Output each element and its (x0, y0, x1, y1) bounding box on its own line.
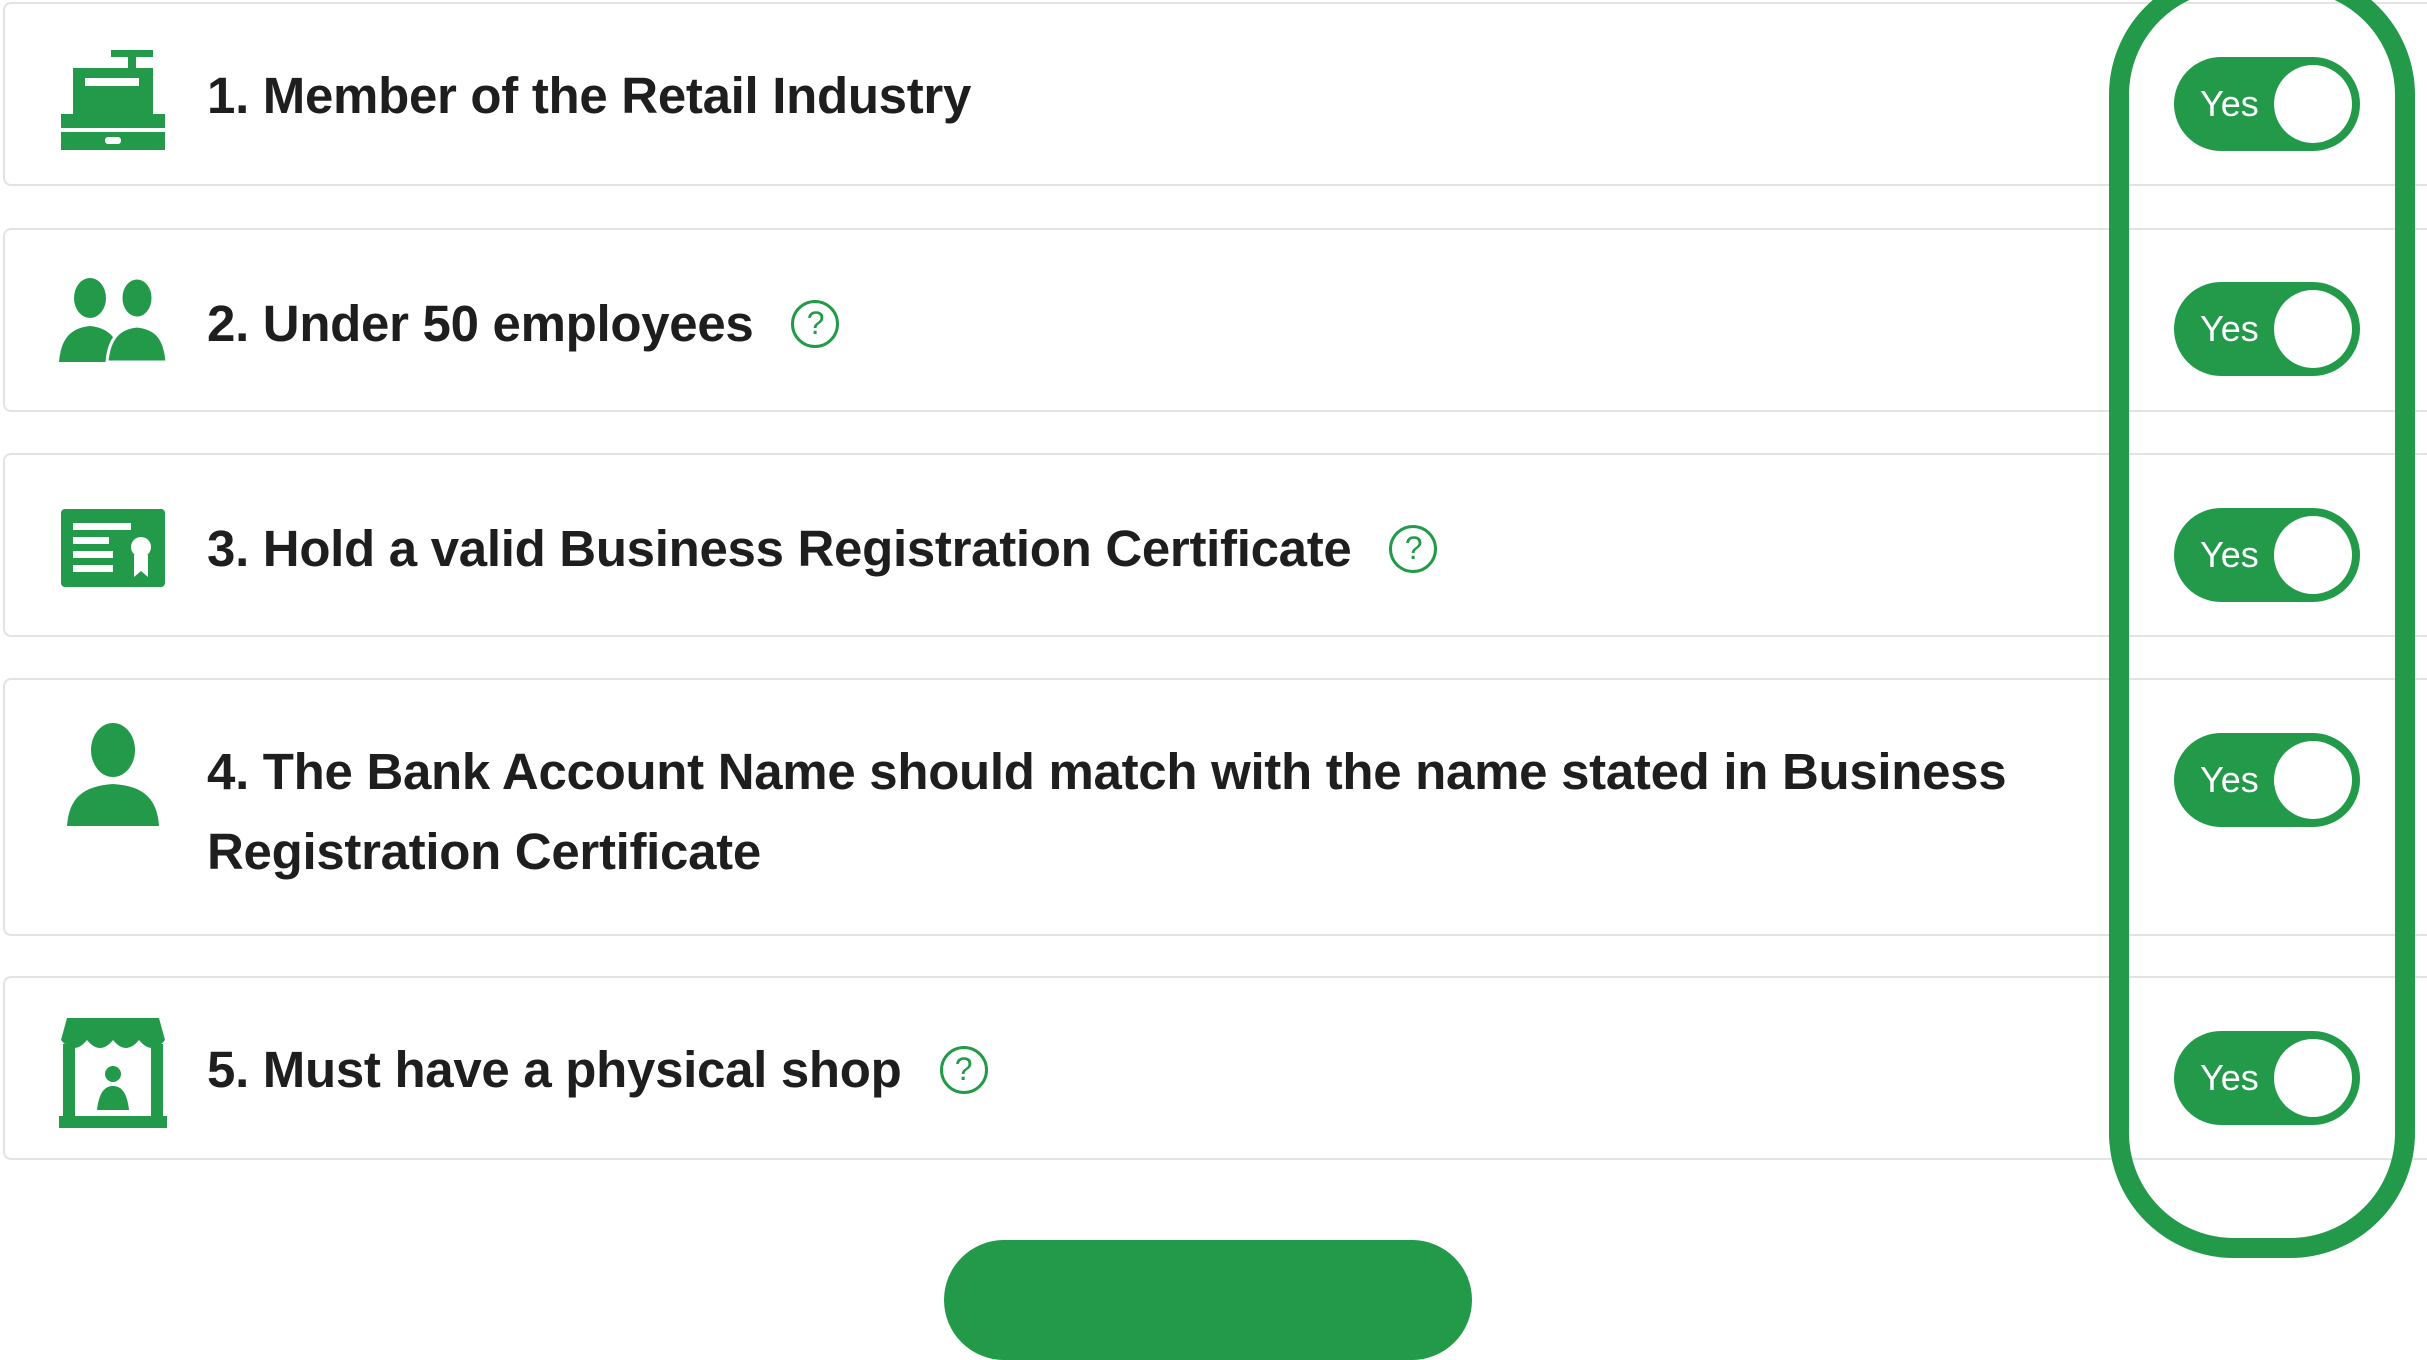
toggle-label: Yes (2200, 308, 2259, 349)
criterion-card-5: 5. Must have a physical shop? (3, 976, 2427, 1160)
toggle-knob (2274, 290, 2352, 368)
criterion-text: 4. The Bank Account Name should match wi… (207, 732, 2007, 892)
criterion-text: 2. Under 50 employees? (207, 284, 840, 364)
criterion-text: 5. Must have a physical shop? (207, 1030, 988, 1110)
cash-register-icon (57, 44, 169, 156)
toggle-switch-1[interactable]: Yes (2174, 57, 2360, 151)
toggle-knob (2274, 516, 2352, 594)
person-icon (57, 720, 169, 832)
certificate-icon (57, 491, 169, 603)
toggle-switch-5[interactable]: Yes (2174, 1031, 2360, 1125)
toggle-label: Yes (2200, 534, 2259, 575)
toggle-label: Yes (2200, 759, 2259, 800)
criterion-card-4: 4. The Bank Account Name should match wi… (3, 678, 2427, 936)
toggle-switch-2[interactable]: Yes (2174, 282, 2360, 376)
criterion-label: 2. Under 50 employees (207, 295, 754, 352)
toggle-switch-4[interactable]: Yes (2174, 733, 2360, 827)
criterion-label: 5. Must have a physical shop (207, 1041, 902, 1098)
shop-icon (57, 1018, 169, 1130)
criterion-text: 1. Member of the Retail Industry (207, 56, 971, 136)
criterion-card-1: 1. Member of the Retail Industry (3, 2, 2427, 186)
toggle-label: Yes (2200, 83, 2259, 124)
criterion-label: 1. Member of the Retail Industry (207, 67, 972, 124)
criterion-card-3: 3. Hold a valid Business Registration Ce… (3, 453, 2427, 637)
toggle-knob (2274, 1039, 2352, 1117)
toggle-switch-3[interactable]: Yes (2174, 508, 2360, 602)
submit-button[interactable] (944, 1240, 1472, 1360)
criterion-card-2: 2. Under 50 employees? (3, 228, 2427, 412)
criterion-text: 3. Hold a valid Business Registration Ce… (207, 509, 1438, 589)
help-icon[interactable]: ? (939, 1045, 988, 1094)
criterion-label-line-2: Registration Certificate (207, 823, 761, 880)
criterion-label: 3. Hold a valid Business Registration Ce… (207, 520, 1352, 577)
toggle-knob (2274, 65, 2352, 143)
help-icon[interactable]: ? (791, 299, 840, 348)
help-icon[interactable]: ? (1389, 524, 1438, 573)
employees-icon (57, 266, 169, 378)
toggle-knob (2274, 741, 2352, 819)
toggle-label: Yes (2200, 1057, 2259, 1098)
criterion-label-line-1: 4. The Bank Account Name should match wi… (207, 743, 2007, 800)
